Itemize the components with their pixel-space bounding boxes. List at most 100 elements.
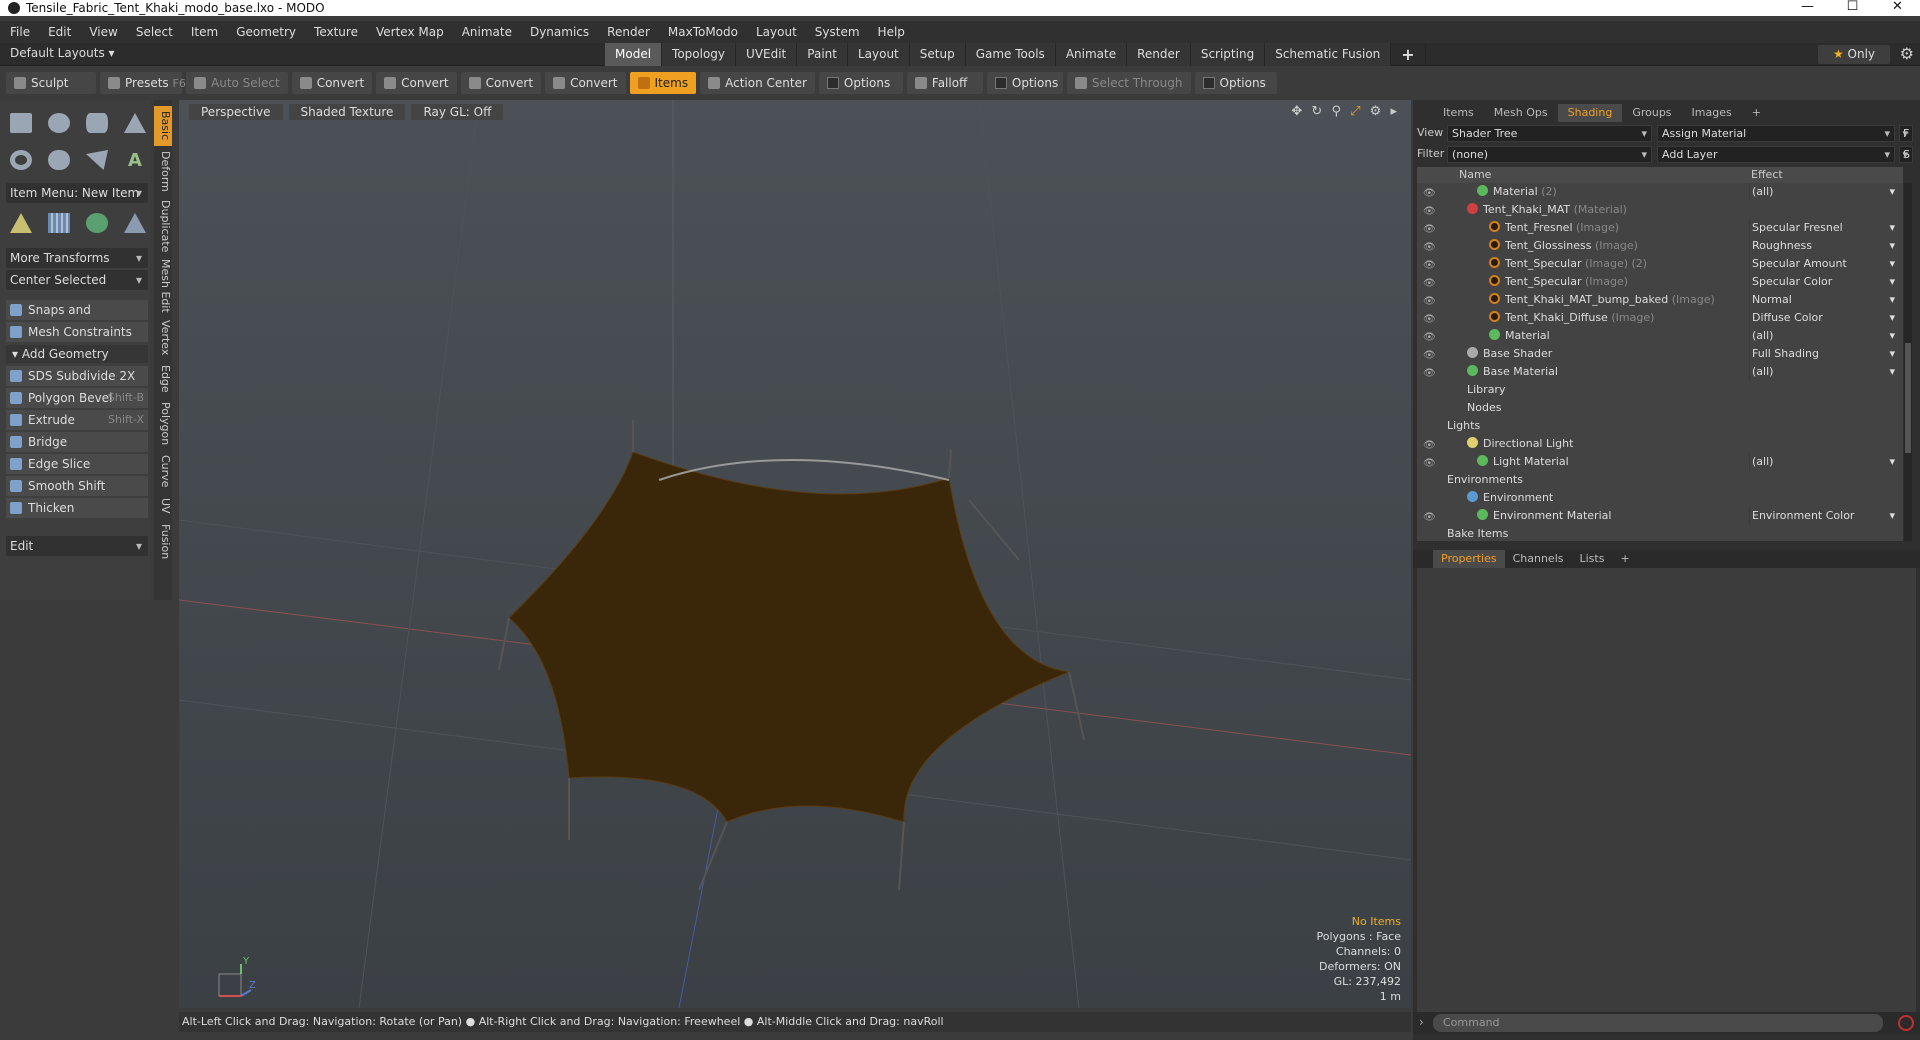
default-layouts-dropdown[interactable]: Default Layouts ▾ xyxy=(10,46,115,60)
tree-row[interactable]: 👁 Tent_Khaki_Diffuse (Image) Diffuse Color xyxy=(1417,309,1903,327)
effect-dropdown[interactable]: (all) xyxy=(1749,453,1899,471)
tree-row[interactable]: 👁 Material (all) xyxy=(1417,327,1903,345)
visibility-eye-icon[interactable]: 👁 xyxy=(1423,275,1437,289)
close-button[interactable]: ✕ xyxy=(1875,0,1920,16)
tab-properties[interactable]: Properties xyxy=(1433,550,1505,568)
menu-view[interactable]: View xyxy=(89,25,117,39)
capsule-icon[interactable] xyxy=(44,145,74,175)
effect-dropdown[interactable]: (all) xyxy=(1749,327,1899,345)
snaps-precision-button[interactable]: Snaps and Precision xyxy=(6,300,148,337)
tab-scripting[interactable]: Scripting xyxy=(1190,43,1266,66)
vtab-curve[interactable]: Curve xyxy=(154,452,172,490)
options-button-2[interactable]: Options xyxy=(986,72,1063,94)
action-center-button[interactable]: Action Center xyxy=(700,72,815,94)
menu-animate[interactable]: Animate xyxy=(462,25,512,39)
tree-row[interactable]: 👁 Tent_Khaki_MAT (Material) xyxy=(1417,201,1903,219)
tree-row[interactable]: Library xyxy=(1417,381,1903,399)
effect-dropdown[interactable]: Normal xyxy=(1749,291,1899,309)
menu-geometry[interactable]: Geometry xyxy=(236,25,296,39)
fit-icon[interactable]: ⤢ xyxy=(1350,104,1360,119)
visibility-eye-icon[interactable]: 👁 xyxy=(1423,239,1437,253)
vtab-deform[interactable]: Deform xyxy=(154,148,172,194)
3d-viewport[interactable]: Perspective Shaded Texture Ray GL: Off ✥… xyxy=(179,100,1411,1008)
locator-icon[interactable] xyxy=(6,208,36,238)
options-checkbox[interactable] xyxy=(1202,77,1215,89)
visibility-eye-icon[interactable]: 👁 xyxy=(1423,437,1437,451)
menu-system[interactable]: System xyxy=(815,25,860,39)
tab-animate[interactable]: Animate xyxy=(1055,43,1128,66)
vtab-duplicate[interactable]: Duplicate xyxy=(154,198,172,254)
convert-button-1[interactable]: Convert xyxy=(291,72,373,94)
visibility-eye-icon[interactable]: 👁 xyxy=(1423,347,1437,361)
visibility-eye-icon[interactable]: 👁 xyxy=(1423,311,1437,325)
tree-scrollbar[interactable] xyxy=(1904,183,1912,541)
shading-mode-button[interactable]: Shaded Texture xyxy=(288,104,406,120)
tab-mesh-ops[interactable]: Mesh Ops xyxy=(1484,104,1558,122)
effect-column-header[interactable]: Effect xyxy=(1751,167,1783,183)
add-layer-dropdown[interactable]: Add Layer xyxy=(1657,146,1895,163)
minimize-button[interactable]: — xyxy=(1785,0,1830,16)
menu-item[interactable]: Item xyxy=(191,25,218,39)
add-tab-button[interactable]: + xyxy=(1391,43,1426,66)
tree-row[interactable]: 👁 Base Shader Full Shading xyxy=(1417,345,1903,363)
menu-file[interactable]: File xyxy=(10,25,30,39)
tab-setup[interactable]: Setup xyxy=(909,43,966,66)
options-button-3[interactable]: Options xyxy=(1194,72,1277,94)
tree-row[interactable]: 👁 Directional Light xyxy=(1417,435,1903,453)
s-button[interactable]: S xyxy=(1899,146,1913,163)
tab-groups[interactable]: Groups xyxy=(1622,104,1681,122)
gear-icon[interactable]: ⚙ xyxy=(1900,44,1914,63)
visibility-eye-icon[interactable]: 👁 xyxy=(1423,329,1437,343)
options-checkbox[interactable] xyxy=(994,77,1007,89)
raygl-button[interactable]: Ray GL: Off xyxy=(411,104,504,120)
tree-row[interactable]: Environment xyxy=(1417,489,1903,507)
convert-button-4[interactable]: Convert xyxy=(545,72,626,94)
menu-texture[interactable]: Texture xyxy=(314,25,358,39)
auto-select-button[interactable]: Auto Select xyxy=(186,72,288,94)
tree-row[interactable]: 👁 Material (2) (all) xyxy=(1417,183,1903,201)
tab-images[interactable]: Images xyxy=(1682,104,1742,122)
cone-icon[interactable] xyxy=(120,108,150,138)
text-icon[interactable]: A xyxy=(120,145,150,175)
menu-edit[interactable]: Edit xyxy=(48,25,71,39)
only-toggle[interactable]: ★ Only xyxy=(1818,45,1890,64)
tree-row[interactable]: 👁 Tent_Glossiness (Image) Roughness xyxy=(1417,237,1903,255)
tree-row[interactable]: 👁 Environment Material Environment Color xyxy=(1417,507,1903,525)
effect-dropdown[interactable]: (all) xyxy=(1749,183,1899,201)
tab-paint[interactable]: Paint xyxy=(797,43,848,66)
visibility-eye-icon[interactable]: 👁 xyxy=(1423,293,1437,307)
visibility-eye-icon[interactable]: 👁 xyxy=(1423,509,1437,523)
visibility-eye-icon[interactable]: 👁 xyxy=(1423,221,1437,235)
tree-row[interactable]: Nodes xyxy=(1417,399,1903,417)
tree-row[interactable]: 👁 Tent_Fresnel (Image) Specular Fresnel xyxy=(1417,219,1903,237)
perspective-button[interactable]: Perspective xyxy=(189,104,283,120)
options-checkbox[interactable] xyxy=(826,77,839,89)
add-geometry-section[interactable]: ▾ Add Geometry xyxy=(6,345,148,363)
options-button-1[interactable]: Options xyxy=(818,72,903,94)
tab-schematic-fusion[interactable]: Schematic Fusion xyxy=(1265,43,1392,66)
cylinder-icon[interactable] xyxy=(82,108,112,138)
sphere-icon[interactable] xyxy=(44,108,74,138)
record-macro-icon[interactable] xyxy=(1898,1015,1914,1031)
tree-row[interactable]: Environments xyxy=(1417,471,1903,489)
sculpt-button[interactable]: Sculpt xyxy=(6,72,96,94)
move-icon[interactable]: ✥ xyxy=(1291,104,1302,119)
vtab-polygon[interactable]: Polygon xyxy=(154,400,172,448)
extrude-button[interactable]: Extrude Shift-X xyxy=(6,410,148,430)
visibility-eye-icon[interactable]: 👁 xyxy=(1423,185,1437,199)
visibility-eye-icon[interactable]: 👁 xyxy=(1423,365,1437,379)
vtab-basic[interactable]: Basic xyxy=(154,106,172,146)
falloff-button[interactable]: Falloff xyxy=(906,72,983,94)
menu-layout[interactable]: Layout xyxy=(756,25,797,39)
tab-items[interactable]: Items xyxy=(1433,104,1484,122)
edge-slice-button[interactable]: Edge Slice xyxy=(6,454,148,474)
tab-channels[interactable]: Channels xyxy=(1505,550,1572,568)
mesh-constraints-button[interactable]: Mesh Constraints xyxy=(6,322,148,342)
more-transforms-dropdown[interactable]: More Transforms xyxy=(6,248,148,268)
effect-dropdown[interactable]: (all) xyxy=(1749,363,1899,381)
viewport-gear-icon[interactable]: ⚙ xyxy=(1370,104,1382,119)
vtab-edge[interactable]: Edge xyxy=(154,362,172,396)
add-panel-tab[interactable]: + xyxy=(1742,104,1771,122)
add-properties-tab[interactable]: + xyxy=(1612,550,1637,568)
name-column-header[interactable]: Name xyxy=(1459,167,1491,183)
